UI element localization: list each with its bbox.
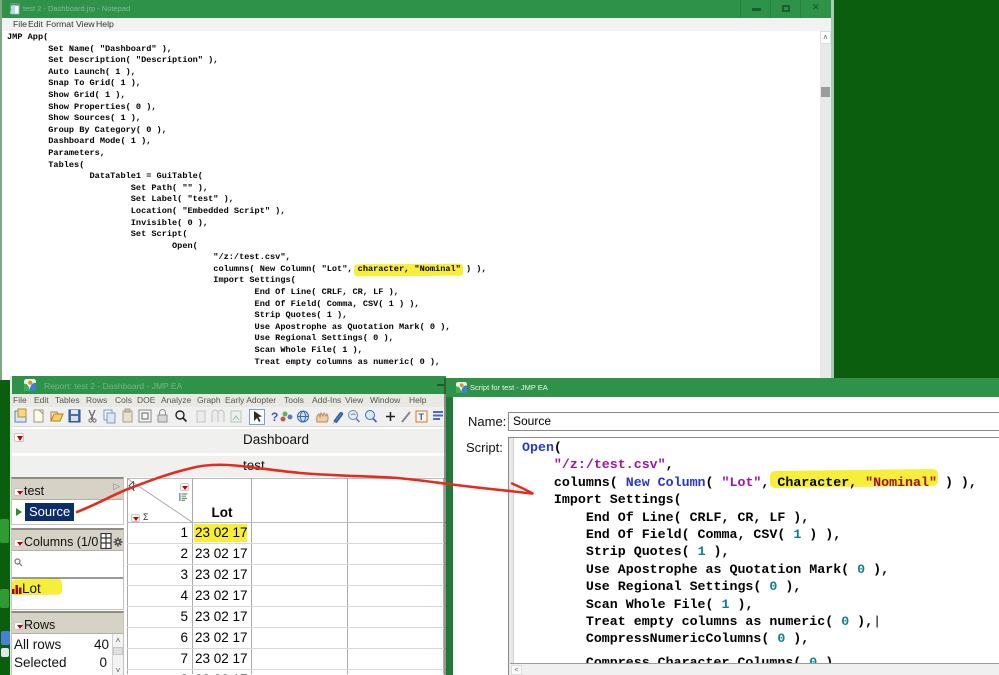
svg-text:?: ? [271, 410, 278, 424]
svg-text:T: T [419, 412, 425, 422]
